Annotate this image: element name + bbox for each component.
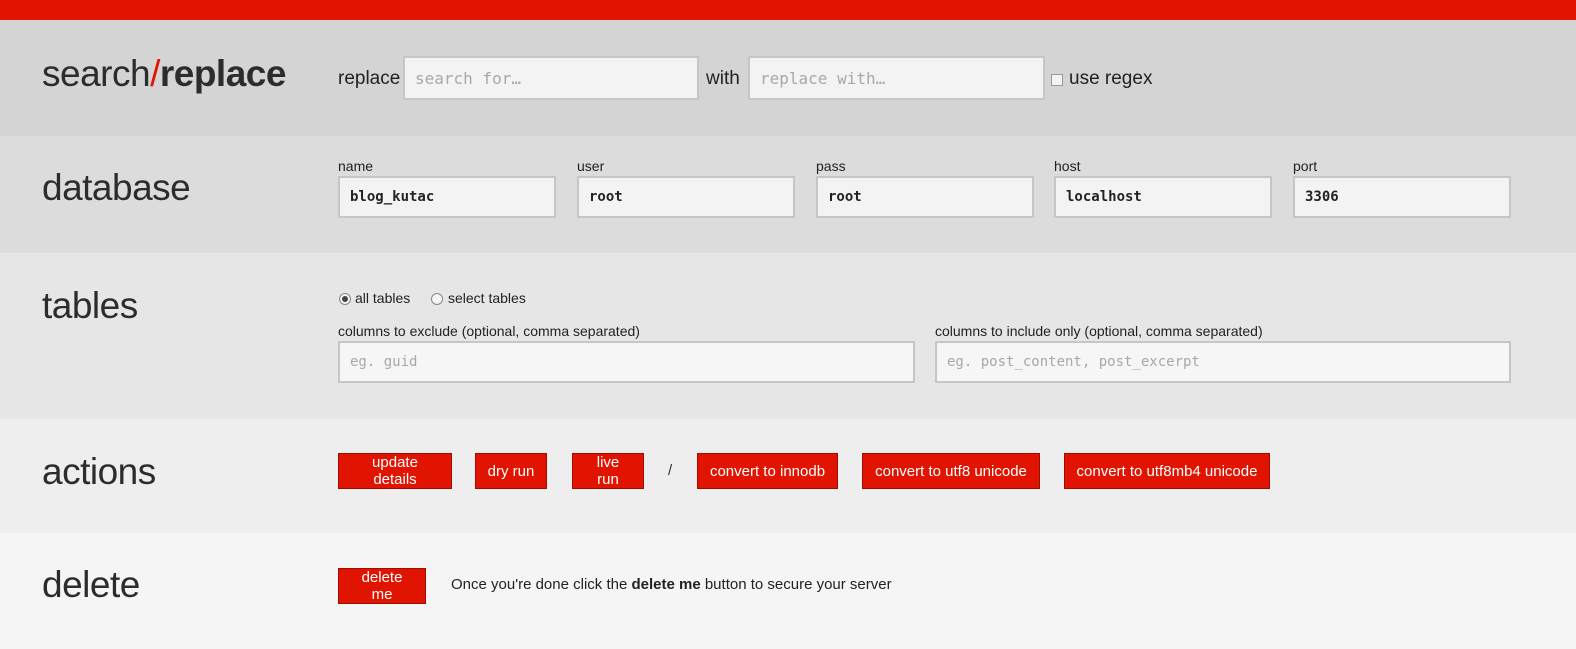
select-tables-radio[interactable] — [431, 293, 443, 305]
replace-label: replace — [338, 68, 401, 89]
convert-utf8mb4-button[interactable]: convert to utf8mb4 unicode — [1064, 453, 1270, 489]
delete-section: delete delete me Once you're done click … — [0, 533, 1576, 649]
with-label: with — [706, 68, 740, 89]
select-tables-label: select tables — [448, 290, 526, 306]
db-host-label: host — [1054, 158, 1081, 174]
columns-include-label: columns to include only (optional, comma… — [935, 323, 1263, 339]
columns-include-input[interactable] — [935, 341, 1511, 383]
use-regex-label: use regex — [1069, 68, 1153, 89]
convert-utf8-button[interactable]: convert to utf8 unicode — [862, 453, 1040, 489]
title-search-word: search — [42, 53, 151, 94]
search-replace-section: search/replace replace with use regex — [0, 20, 1576, 136]
columns-exclude-label: columns to exclude (optional, comma sepa… — [338, 323, 640, 339]
title-replace-word: replace — [159, 53, 287, 94]
title-slash: / — [150, 53, 160, 94]
db-name-input[interactable] — [338, 176, 556, 218]
columns-exclude-input[interactable] — [338, 341, 915, 383]
db-user-label: user — [577, 158, 605, 174]
tables-section: tables all tables select tables columns … — [0, 253, 1576, 419]
actions-separator: / — [668, 462, 673, 479]
actions-title: actions — [42, 451, 156, 492]
actions-section: actions update details dry run live run … — [0, 419, 1576, 533]
database-title: database — [42, 167, 191, 208]
top-accent-bar — [0, 0, 1576, 20]
all-tables-radio[interactable] — [339, 293, 351, 305]
delete-note-bold: delete me — [631, 576, 701, 593]
delete-title: delete — [42, 564, 140, 605]
db-user-input[interactable] — [577, 176, 795, 218]
db-name-label: name — [338, 158, 374, 174]
update-details-button[interactable]: update details — [338, 453, 452, 489]
live-run-button[interactable]: live run — [572, 453, 644, 489]
delete-me-button[interactable]: delete me — [338, 568, 426, 604]
search-replace-title: search/replace — [42, 53, 286, 95]
search-for-input[interactable] — [403, 56, 699, 100]
db-pass-input[interactable] — [816, 176, 1034, 218]
all-tables-label: all tables — [355, 290, 411, 306]
replace-with-input[interactable] — [748, 56, 1045, 100]
database-section: database name user pass host port — [0, 136, 1576, 253]
db-pass-label: pass — [816, 158, 846, 174]
tables-title: tables — [42, 285, 138, 326]
db-port-label: port — [1293, 158, 1318, 174]
convert-innodb-button[interactable]: convert to innodb — [697, 453, 838, 489]
db-port-input[interactable] — [1293, 176, 1511, 218]
delete-note-before: Once you're done click the — [451, 576, 628, 593]
db-host-input[interactable] — [1054, 176, 1272, 218]
dry-run-button[interactable]: dry run — [475, 453, 547, 489]
use-regex-checkbox[interactable] — [1051, 74, 1063, 86]
delete-note-after: button to secure your server — [704, 576, 892, 593]
delete-note: Once you're done click the delete me but… — [451, 576, 892, 593]
